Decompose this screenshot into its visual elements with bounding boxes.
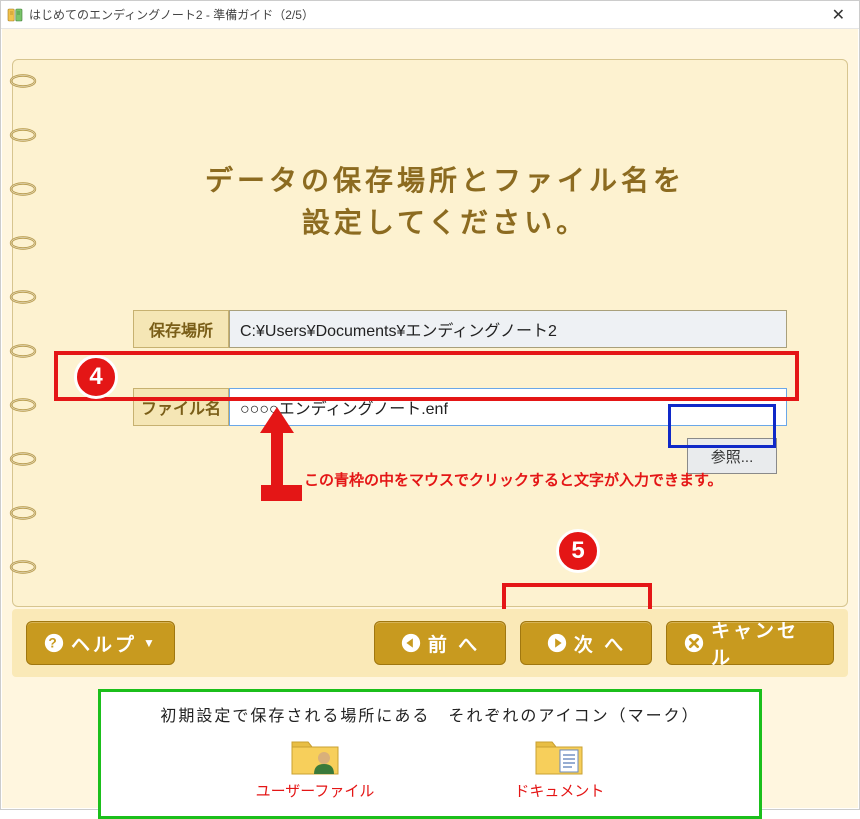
- app-icon: [7, 7, 23, 23]
- window-title: はじめてのエンディングノート2 - 準備ガイド（2/5）: [29, 6, 314, 23]
- ring-icon: [9, 398, 37, 412]
- cancel-button[interactable]: キャンセル: [666, 621, 834, 665]
- prev-icon: [400, 632, 422, 654]
- ring-icon: [9, 290, 37, 304]
- titlebar-left: はじめてのエンディングノート2 - 準備ガイド（2/5）: [7, 6, 314, 23]
- file-name-row: ファイル名 ○○○○エンディングノート.enf: [133, 388, 787, 426]
- help-icon: ?: [43, 632, 65, 654]
- help-button-label: ヘルプ: [71, 630, 137, 657]
- ring-icon: [9, 74, 37, 88]
- save-location-label: 保存場所: [133, 310, 229, 348]
- ring-icon: [9, 128, 37, 142]
- folder-user-icon: [290, 734, 340, 776]
- close-button[interactable]: ✕: [826, 3, 851, 27]
- svg-text:?: ?: [48, 636, 59, 651]
- cancel-button-label: キャンセル: [711, 616, 817, 670]
- ring-icon: [9, 506, 37, 520]
- content-area: /*noop*/ データの保存場所とファイル名を 設定してください。 保存場所 …: [2, 29, 858, 808]
- ring-binding: /*noop*/: [9, 74, 37, 592]
- info-item-userfile: ユーザーファイル: [256, 734, 375, 801]
- next-icon: [546, 632, 568, 654]
- info-panel: 初期設定で保存される場所にある それぞれのアイコン（マーク） ユーザーファイル: [98, 689, 762, 819]
- file-name-label: ファイル名: [133, 388, 229, 426]
- info-documents-label: ドキュメント: [514, 780, 604, 801]
- notebook-panel: /*noop*/ データの保存場所とファイル名を 設定してください。 保存場所 …: [12, 59, 848, 607]
- ring-icon: [9, 344, 37, 358]
- info-icons: ユーザーファイル ドキュメント: [121, 734, 739, 801]
- ring-icon: [9, 182, 37, 196]
- window: はじめてのエンディングノート2 - 準備ガイド（2/5） ✕ /*noop*/ …: [0, 0, 860, 810]
- ring-icon: [9, 560, 37, 574]
- button-bar: ? ヘルプ ▼ 前 へ 次 へ: [12, 609, 848, 677]
- folder-documents-icon: [534, 734, 584, 776]
- info-item-documents: ドキュメント: [514, 734, 604, 801]
- heading-line1: データの保存場所とファイル名を: [73, 160, 817, 202]
- next-button[interactable]: 次 へ: [520, 621, 652, 665]
- save-location-row: 保存場所 C:¥Users¥Documents¥エンディングノート2: [133, 310, 787, 348]
- ring-icon: [9, 452, 37, 466]
- dropdown-icon: ▼: [143, 636, 158, 650]
- browse-button[interactable]: 参照...: [687, 438, 777, 474]
- file-name-input[interactable]: ○○○○エンディングノート.enf: [229, 388, 787, 426]
- info-userfile-label: ユーザーファイル: [256, 780, 375, 801]
- help-button[interactable]: ? ヘルプ ▼: [26, 621, 175, 665]
- cancel-icon: [683, 632, 705, 654]
- info-panel-title: 初期設定で保存される場所にある それぞれのアイコン（マーク）: [121, 702, 739, 726]
- ring-icon: [9, 236, 37, 250]
- heading-line2: 設定してください。: [73, 202, 817, 244]
- prev-button-label: 前 へ: [428, 630, 480, 657]
- save-location-input[interactable]: C:¥Users¥Documents¥エンディングノート2: [229, 310, 787, 348]
- next-button-label: 次 へ: [574, 630, 626, 657]
- titlebar: はじめてのエンディングノート2 - 準備ガイド（2/5） ✕: [1, 1, 859, 29]
- page-heading: データの保存場所とファイル名を 設定してください。: [73, 160, 817, 244]
- prev-button[interactable]: 前 へ: [374, 621, 506, 665]
